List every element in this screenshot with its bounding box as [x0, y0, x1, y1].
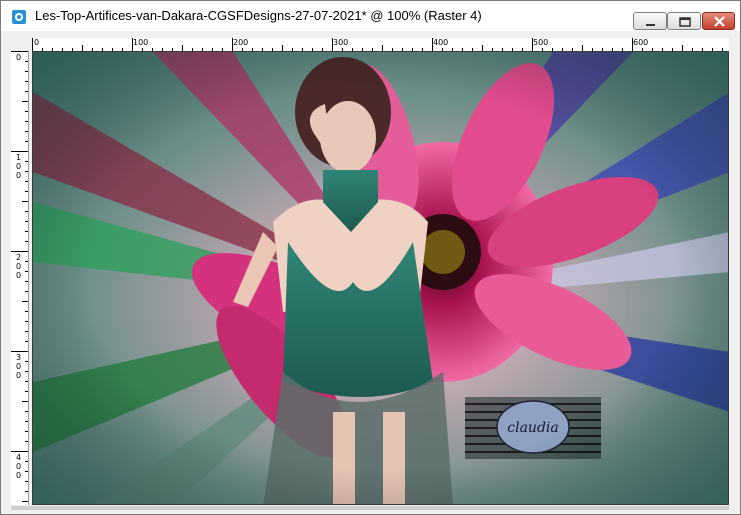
ruler-label: 600: [633, 38, 649, 47]
ruler-label: 300: [16, 353, 22, 380]
document-window: Les-Top-Artifices-van-Dakara-CGSFDesigns…: [0, 0, 741, 515]
ruler-label: 200: [233, 38, 249, 47]
artwork: claudia: [33, 52, 728, 504]
psp-icon: [12, 10, 26, 24]
ruler-label: 400: [16, 453, 22, 480]
ruler-label: 100: [16, 153, 22, 180]
close-button[interactable]: [702, 12, 735, 30]
window-bottom-edge: [11, 506, 729, 510]
horizontal-ruler[interactable]: 0 100 200 300 400 500 600: [32, 38, 729, 52]
title-bar[interactable]: Les-Top-Artifices-van-Dakara-CGSFDesigns…: [1, 1, 740, 31]
window-title: Les-Top-Artifices-van-Dakara-CGSFDesigns…: [35, 8, 482, 23]
image-canvas[interactable]: claudia: [32, 51, 729, 505]
ruler-label: 200: [16, 253, 22, 280]
vignette: [33, 52, 728, 504]
ruler-label: 100: [133, 38, 149, 47]
ruler-label: 300: [333, 38, 349, 47]
close-icon: [714, 16, 725, 27]
minimize-icon: [646, 24, 655, 26]
ruler-label: 400: [433, 38, 449, 47]
ruler-label: 0: [16, 53, 22, 62]
ruler-label: 0: [34, 38, 40, 47]
minimize-button[interactable]: [633, 12, 667, 30]
ruler-label: 500: [533, 38, 549, 47]
ruler-corner: [11, 38, 32, 51]
maximize-icon: [679, 17, 691, 27]
vertical-ruler[interactable]: 0 100 200 300 400: [11, 51, 29, 505]
maximize-button[interactable]: [667, 12, 701, 30]
